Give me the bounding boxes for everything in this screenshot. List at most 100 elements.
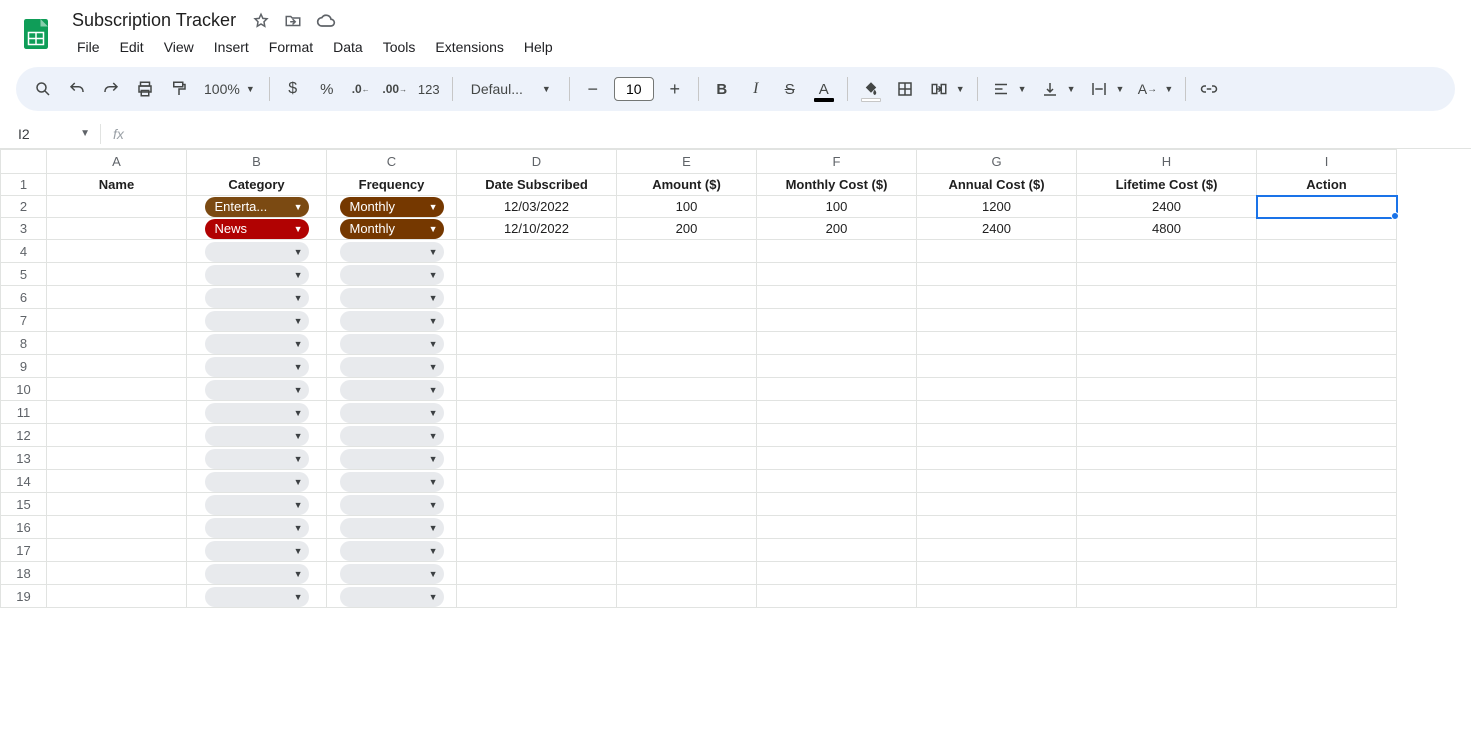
row-header[interactable]: 18 (1, 562, 47, 585)
cell-frequency[interactable]: ▼ (327, 585, 457, 608)
cell[interactable] (1257, 585, 1397, 608)
row-header[interactable]: 19 (1, 585, 47, 608)
cell[interactable] (1077, 401, 1257, 424)
menu-help[interactable]: Help (515, 35, 562, 59)
row-header[interactable]: 12 (1, 424, 47, 447)
cell-category[interactable]: ▼ (187, 424, 327, 447)
strikethrough-button[interactable]: S (775, 74, 805, 104)
cell[interactable] (457, 401, 617, 424)
cell[interactable] (1077, 240, 1257, 263)
cell[interactable] (1257, 240, 1397, 263)
cell[interactable] (757, 263, 917, 286)
cell[interactable] (457, 470, 617, 493)
cell-name[interactable] (47, 218, 187, 240)
decrease-decimal-button[interactable]: .0← (346, 74, 376, 104)
cell[interactable] (457, 263, 617, 286)
cell[interactable] (757, 355, 917, 378)
cell[interactable] (757, 493, 917, 516)
cell-frequency[interactable]: ▼ (327, 539, 457, 562)
menu-extensions[interactable]: Extensions (426, 35, 512, 59)
more-formats-button[interactable]: 123 (414, 74, 444, 104)
cell-category[interactable]: ▼ (187, 263, 327, 286)
cell-frequency[interactable]: ▼ (327, 332, 457, 355)
cell[interactable] (47, 562, 187, 585)
header-cell[interactable]: Monthly Cost ($) (757, 174, 917, 196)
cell[interactable] (47, 332, 187, 355)
cell-category[interactable]: ▼ (187, 401, 327, 424)
chevron-down-icon[interactable]: ▼ (1063, 84, 1080, 94)
cell-category[interactable]: ▼ (187, 447, 327, 470)
cell[interactable] (47, 378, 187, 401)
cell-frequency[interactable]: ▼ (327, 240, 457, 263)
dropdown-chip[interactable]: ▼ (205, 265, 309, 285)
dropdown-chip[interactable]: ▼ (205, 564, 309, 584)
cell[interactable] (1077, 263, 1257, 286)
cell[interactable] (617, 585, 757, 608)
cell-category[interactable]: ▼ (187, 240, 327, 263)
increase-decimal-button[interactable]: .00→ (380, 74, 410, 104)
cell[interactable] (457, 447, 617, 470)
cell-action[interactable] (1257, 196, 1397, 218)
dropdown-chip[interactable]: ▼ (340, 495, 444, 515)
insert-link-button[interactable] (1194, 74, 1224, 104)
cell-frequency[interactable]: ▼ (327, 401, 457, 424)
menu-file[interactable]: File (68, 35, 109, 59)
cell-category[interactable]: ▼ (187, 470, 327, 493)
cell-lifetime[interactable]: 2400 (1077, 196, 1257, 218)
cell[interactable] (757, 585, 917, 608)
cell[interactable] (47, 424, 187, 447)
cell[interactable] (1257, 355, 1397, 378)
horizontal-align-button[interactable] (986, 74, 1016, 104)
cell-category[interactable]: ▼ (187, 309, 327, 332)
cell-category[interactable]: ▼ (187, 332, 327, 355)
cell[interactable] (917, 447, 1077, 470)
vertical-align-button[interactable] (1035, 74, 1065, 104)
chevron-down-icon[interactable]: ▼ (1112, 84, 1129, 94)
cell[interactable] (757, 286, 917, 309)
dropdown-chip[interactable]: ▼ (340, 564, 444, 584)
cell[interactable] (917, 539, 1077, 562)
dropdown-chip[interactable]: ▼ (340, 518, 444, 538)
cell[interactable] (47, 309, 187, 332)
cell[interactable] (1077, 539, 1257, 562)
font-size-input[interactable] (614, 77, 654, 101)
format-percent-button[interactable]: % (312, 74, 342, 104)
dropdown-chip[interactable]: ▼ (340, 426, 444, 446)
cell[interactable] (457, 240, 617, 263)
menu-insert[interactable]: Insert (205, 35, 258, 59)
cell-action[interactable] (1257, 218, 1397, 240)
cell[interactable] (1257, 309, 1397, 332)
dropdown-chip[interactable]: ▼ (205, 334, 309, 354)
name-box[interactable]: I2▼ (0, 126, 100, 142)
dropdown-chip[interactable]: ▼ (340, 311, 444, 331)
dropdown-chip[interactable]: Monthly▼ (340, 197, 444, 217)
dropdown-chip[interactable]: ▼ (340, 242, 444, 262)
header-cell[interactable]: Annual Cost ($) (917, 174, 1077, 196)
cloud-status-icon[interactable] (316, 11, 336, 31)
cell-frequency[interactable]: ▼ (327, 493, 457, 516)
dropdown-chip[interactable]: ▼ (340, 541, 444, 561)
cell-frequency[interactable]: ▼ (327, 516, 457, 539)
cell[interactable] (47, 401, 187, 424)
dropdown-chip[interactable]: ▼ (340, 587, 444, 607)
cell[interactable] (917, 470, 1077, 493)
cell[interactable] (1257, 424, 1397, 447)
column-header-A[interactable]: A (47, 150, 187, 174)
cell[interactable] (917, 355, 1077, 378)
cell[interactable] (917, 286, 1077, 309)
cell[interactable] (457, 355, 617, 378)
cell[interactable] (1077, 470, 1257, 493)
cell-frequency[interactable]: ▼ (327, 447, 457, 470)
dropdown-chip[interactable]: ▼ (205, 495, 309, 515)
cell-category[interactable]: ▼ (187, 493, 327, 516)
star-icon[interactable] (252, 12, 270, 30)
cell[interactable] (1077, 424, 1257, 447)
cell[interactable] (617, 355, 757, 378)
cell-category[interactable]: News▼ (187, 218, 327, 240)
cell[interactable] (617, 401, 757, 424)
dropdown-chip[interactable]: News▼ (205, 219, 309, 239)
cell-amount[interactable]: 100 (617, 196, 757, 218)
cell[interactable] (47, 263, 187, 286)
cell-name[interactable] (47, 196, 187, 218)
cell[interactable] (617, 562, 757, 585)
